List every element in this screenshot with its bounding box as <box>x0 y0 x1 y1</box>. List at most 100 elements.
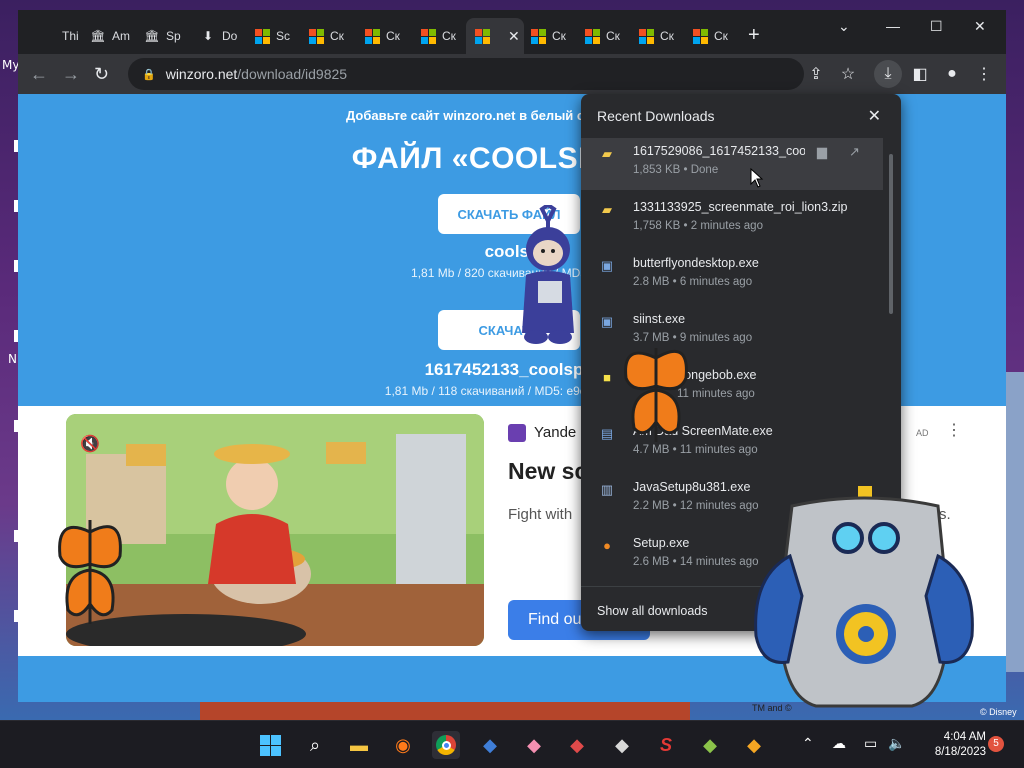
forward-button[interactable]: → <box>62 64 80 84</box>
cow-app-icon[interactable]: ◆ <box>608 731 636 759</box>
tab[interactable]: Sc <box>254 24 298 48</box>
background-poster <box>1006 372 1024 672</box>
setup-icon: ● <box>603 538 611 553</box>
clock[interactable]: 4:04 AM 8/18/2023 <box>916 730 986 760</box>
open-external-icon[interactable]: ↗ <box>849 144 860 160</box>
download-item[interactable]: ▰ 1331133925_screenmate_roi_lion3.zip 1,… <box>581 194 883 246</box>
taskbar: ⌕ ▬ ◉ ◆ ◆ ◆ ◆ S ◆ ◆ ⌃ ☁ ▭ 🔈 4:04 AM 8/18… <box>0 720 1024 768</box>
tab[interactable]: Ск <box>692 24 736 48</box>
lion-app-icon[interactable]: ◆ <box>696 731 724 759</box>
back-button[interactable]: ← <box>30 64 48 84</box>
folder-zip-icon: ▰ <box>602 202 612 217</box>
side-panel-icon[interactable]: ◧ <box>908 62 932 86</box>
volume-icon[interactable]: 🔈 <box>888 735 905 752</box>
pooh-app-icon[interactable]: ◆ <box>740 731 768 759</box>
s-app-icon[interactable]: S <box>652 731 680 759</box>
new-tab-button[interactable]: + <box>748 24 760 46</box>
tab-strip: Thi 🏛 Am 🏛 Sp ⬇ Do Sc Ск Ск Ск ✕ Ск Ск С… <box>18 10 1006 54</box>
tab-label: Ск <box>386 29 400 43</box>
download-status: 1,758 KB • 2 minutes ago <box>633 220 763 232</box>
menu-icon[interactable]: ⋮ <box>972 62 996 86</box>
reload-button[interactable]: ↻ <box>94 64 109 84</box>
windows-logo-icon <box>420 28 436 44</box>
tab-label: Thi <box>62 29 79 43</box>
download-name: 1617529086_1617452133_coo <box>633 144 805 158</box>
download-icon: ⬇ <box>202 29 214 43</box>
tab[interactable]: Ск <box>638 24 682 48</box>
mute-icon[interactable]: 🔇 <box>80 434 100 454</box>
chevron-up-icon[interactable]: ⌃ <box>802 735 814 752</box>
chrome-icon[interactable] <box>432 731 460 759</box>
windows-logo-icon <box>474 28 490 44</box>
installer-icon: ▣ <box>600 258 614 273</box>
download-status: 1,853 KB • Done <box>633 164 719 176</box>
ad-badge: AD <box>916 428 929 438</box>
ad-image[interactable]: 🔇 <box>66 414 484 646</box>
bookmark-star-icon[interactable]: ☆ <box>836 62 860 86</box>
windows-logo-icon <box>364 28 380 44</box>
downloads-icon[interactable]: ⤓ <box>874 60 902 88</box>
start-button[interactable] <box>256 731 284 759</box>
folder-icon[interactable]: ▆ <box>817 144 827 160</box>
background-window-strip <box>200 702 690 720</box>
share-icon[interactable]: ⇪ <box>804 62 828 86</box>
ad-body: Fight with <box>508 506 573 523</box>
ad-brand-icon <box>508 424 526 442</box>
more-options-icon[interactable]: ⋮ <box>946 420 962 440</box>
firefox-icon[interactable]: ◉ <box>389 731 417 759</box>
desktop-icon-label[interactable]: N <box>8 352 17 366</box>
piglet-app-icon[interactable]: ◆ <box>520 731 548 759</box>
clock-time: 4:04 AM <box>943 731 986 743</box>
windows-logo-icon <box>584 28 600 44</box>
ad-brand: Yande <box>534 424 577 441</box>
show-all-downloads-link[interactable]: Show all downloads <box>597 604 708 618</box>
notification-badge[interactable]: 5 <box>988 736 1004 752</box>
tab-search-icon[interactable]: ⌄ <box>838 18 850 35</box>
downloads-title: Recent Downloads <box>597 108 715 124</box>
download-item[interactable]: ▣ butterflyondesktop.exe 2.8 MB • 6 minu… <box>581 250 883 302</box>
download-name: butterflyondesktop.exe <box>633 256 759 270</box>
robot-screenmate[interactable] <box>752 486 976 716</box>
download-item[interactable]: ▰ 1617529086_1617452133_coo 1,853 KB • D… <box>581 138 883 190</box>
maximize-button[interactable]: ☐ <box>930 18 943 35</box>
tab[interactable]: Ск <box>308 24 352 48</box>
tab-label: Do <box>222 29 238 43</box>
address-bar[interactable]: 🔒 winzoro.net/download/id9825 <box>128 58 804 90</box>
crab-app-icon[interactable]: ◆ <box>563 731 591 759</box>
download-name: siinst.exe <box>633 312 686 326</box>
cloud-off-icon[interactable]: ☁ <box>832 735 846 752</box>
minimize-button[interactable]: — <box>886 18 900 34</box>
url-path: /download/id9825 <box>237 66 348 82</box>
tab[interactable]: 🏛 Sp <box>144 24 188 48</box>
tab-label: Sp <box>166 29 181 43</box>
tab-active[interactable]: ✕ <box>466 18 524 54</box>
tab[interactable]: Ск <box>530 24 574 48</box>
profile-icon[interactable]: ● <box>940 62 964 86</box>
toolbar: ← → ↻ 🔒 winzoro.net/download/id9825 ⇪ ☆ … <box>18 54 1006 94</box>
butterfly-screenmate[interactable] <box>620 338 692 450</box>
tab[interactable]: 🏛 Am <box>90 24 134 48</box>
tab[interactable]: Thi <box>40 24 80 48</box>
close-window-button[interactable]: ✕ <box>974 18 986 35</box>
butterfly-screenmate[interactable] <box>54 514 126 632</box>
close-icon[interactable]: ✕ <box>868 106 881 126</box>
search-icon[interactable]: ⌕ <box>301 731 329 759</box>
download-name: spongebob.exe <box>671 368 757 382</box>
desktop-icon-label[interactable]: My <box>2 58 19 72</box>
scrollbar[interactable] <box>889 154 893 314</box>
tab[interactable]: Ск <box>420 24 464 48</box>
tab[interactable]: ⬇ Do <box>200 24 244 48</box>
teletubby-screenmate[interactable] <box>508 205 586 345</box>
close-icon[interactable]: ✕ <box>508 28 520 45</box>
copyright-notice: © Disney <box>980 707 1017 717</box>
page-icon <box>40 28 56 44</box>
stitch-app-icon[interactable]: ◆ <box>476 731 504 759</box>
tab-label: Ск <box>552 29 566 43</box>
tab[interactable]: Ск <box>364 24 408 48</box>
network-icon[interactable]: ▭ <box>864 735 877 752</box>
lock-icon[interactable]: 🔒 <box>142 68 156 81</box>
mouse-cursor <box>750 168 764 188</box>
installer-icon: ▣ <box>600 314 614 329</box>
tab[interactable]: Ск <box>584 24 628 48</box>
file-explorer-icon[interactable]: ▬ <box>345 731 373 759</box>
